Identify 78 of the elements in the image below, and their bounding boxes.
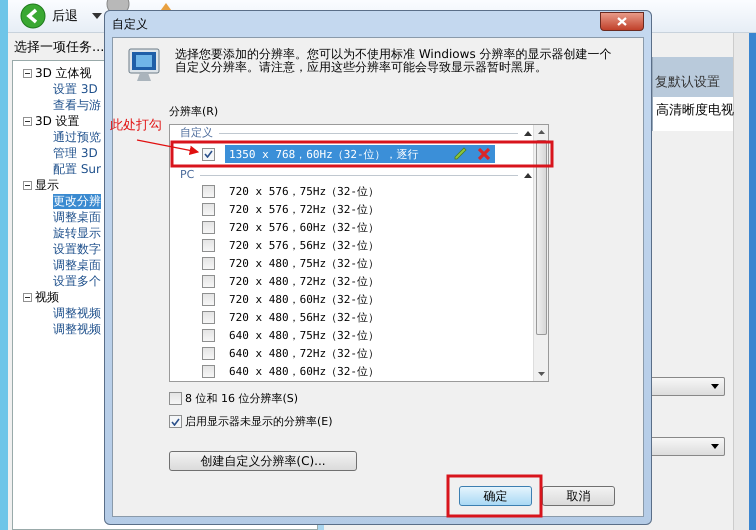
- ok-button[interactable]: 确定: [459, 486, 532, 506]
- collapse-icon[interactable]: [524, 130, 532, 136]
- tree-item[interactable]: 设置数字: [53, 242, 101, 256]
- tree-item[interactable]: 通过预览: [53, 130, 101, 144]
- monitor-icon: [127, 48, 161, 84]
- tree-item[interactable]: 视频: [35, 288, 59, 306]
- tree-item[interactable]: 3D 设置: [35, 112, 80, 130]
- description-text: 选择您要添加的分辨率。您可以为不使用标准 Windiows 分辨率的显示器创建一个自定义分辨率。请注意，应用这些分辨率可能会导致显示器暂时黑屏。: [175, 48, 613, 74]
- tree-item[interactable]: 旋转显示: [53, 226, 101, 240]
- resolution-list[interactable]: [169, 124, 549, 382]
- tree-item[interactable]: 调整视频: [53, 322, 101, 336]
- tree-item[interactable]: 显示: [35, 176, 59, 194]
- resolution-item[interactable]: 640 x 480，60Hz（32-位）: [225, 362, 383, 380]
- tree-item[interactable]: 调整桌面: [53, 258, 101, 272]
- scroll-thumb[interactable]: [536, 140, 546, 335]
- check-icon: [204, 150, 213, 158]
- checkbox-label: 8 位和 16 位分辨率(S): [185, 391, 298, 406]
- collapse-icon[interactable]: [23, 180, 32, 190]
- caret-icon[interactable]: [711, 384, 719, 389]
- group-header: 自定义: [180, 126, 213, 140]
- cancel-button[interactable]: 取消: [542, 486, 615, 506]
- collapse-icon[interactable]: [23, 68, 32, 78]
- resolution-item[interactable]: 720 x 480，60Hz（32-位）: [225, 290, 383, 308]
- resolution-item[interactable]: 720 x 576，56Hz（32-位）: [225, 236, 383, 254]
- close-button[interactable]: [600, 12, 644, 30]
- resolution-item[interactable]: 640 x 480，75Hz（32-位）: [225, 326, 383, 344]
- annotation-text: 此处打勾: [110, 117, 162, 134]
- tree-item[interactable]: 设置 3D: [53, 82, 98, 96]
- resolution-item[interactable]: 720 x 576，75Hz（32-位）: [225, 182, 383, 200]
- checkbox[interactable]: [202, 274, 215, 288]
- resolution-item[interactable]: 720 x 576，60Hz（32-位）: [225, 218, 383, 236]
- checkbox[interactable]: [169, 392, 182, 405]
- column-header: 复默认设置: [653, 57, 733, 97]
- table-cell-text: 高清晰度电视: [655, 102, 733, 120]
- tree-item[interactable]: 配置 Sur: [53, 162, 101, 176]
- caret-icon[interactable]: [92, 13, 102, 19]
- checkbox[interactable]: [202, 310, 215, 324]
- checkbox[interactable]: [169, 415, 182, 428]
- tree-item[interactable]: 更改分辨: [53, 194, 101, 208]
- tree-item[interactable]: 查看与游: [53, 98, 101, 112]
- sidebar-title: 选择一项任务...: [13, 39, 104, 57]
- collapse-icon[interactable]: [524, 172, 532, 178]
- tree-item[interactable]: 调整桌面: [53, 210, 101, 224]
- scroll-down-icon[interactable]: [538, 372, 544, 376]
- list-label: 分辨率(R): [169, 104, 220, 119]
- checkbox[interactable]: [202, 220, 215, 234]
- pencil-icon[interactable]: [453, 147, 467, 161]
- tree-item[interactable]: 调整视频: [53, 306, 101, 320]
- checkbox[interactable]: [202, 256, 215, 270]
- checkbox[interactable]: [202, 346, 215, 360]
- collapse-icon[interactable]: [23, 116, 32, 126]
- dialog-title: 自定义: [112, 16, 148, 32]
- resolution-item[interactable]: 720 x 480，56Hz（32-位）: [225, 308, 383, 326]
- checkbox[interactable]: [202, 292, 215, 306]
- scrollbar[interactable]: [733, 33, 756, 530]
- collapse-icon[interactable]: [23, 292, 32, 302]
- back-button[interactable]: 后退: [52, 7, 78, 25]
- checkbox[interactable]: [202, 238, 215, 252]
- group-header: PC: [180, 168, 194, 182]
- resolution-item[interactable]: 720 x 576，72Hz（32-位）: [225, 200, 383, 218]
- checkbox-label: 启用显示器未显示的分辨率(E): [185, 414, 333, 429]
- resolution-item[interactable]: 640 x 480，72Hz（32-位）: [225, 344, 383, 362]
- tree-item[interactable]: 管理 3D: [53, 146, 98, 160]
- resolution-item[interactable]: 720 x 480，75Hz（32-位）: [225, 254, 383, 272]
- check-icon: [171, 418, 180, 426]
- checkbox[interactable]: [202, 364, 215, 378]
- scroll-up-icon[interactable]: [538, 130, 544, 134]
- close-icon: [617, 16, 627, 26]
- create-button[interactable]: 创建自定义分辨率(C)...: [169, 451, 357, 471]
- resolution-item[interactable]: 720 x 480，72Hz（32-位）: [225, 272, 383, 290]
- checkbox[interactable]: [202, 184, 215, 198]
- checkbox[interactable]: [202, 328, 215, 342]
- tree-item[interactable]: 设置多个: [53, 274, 101, 288]
- caret-icon[interactable]: [711, 444, 719, 449]
- tree-item[interactable]: 3D 立体视: [35, 64, 92, 82]
- checkbox[interactable]: [202, 148, 215, 160]
- checkbox[interactable]: [202, 202, 215, 216]
- arrow: [136, 139, 200, 156]
